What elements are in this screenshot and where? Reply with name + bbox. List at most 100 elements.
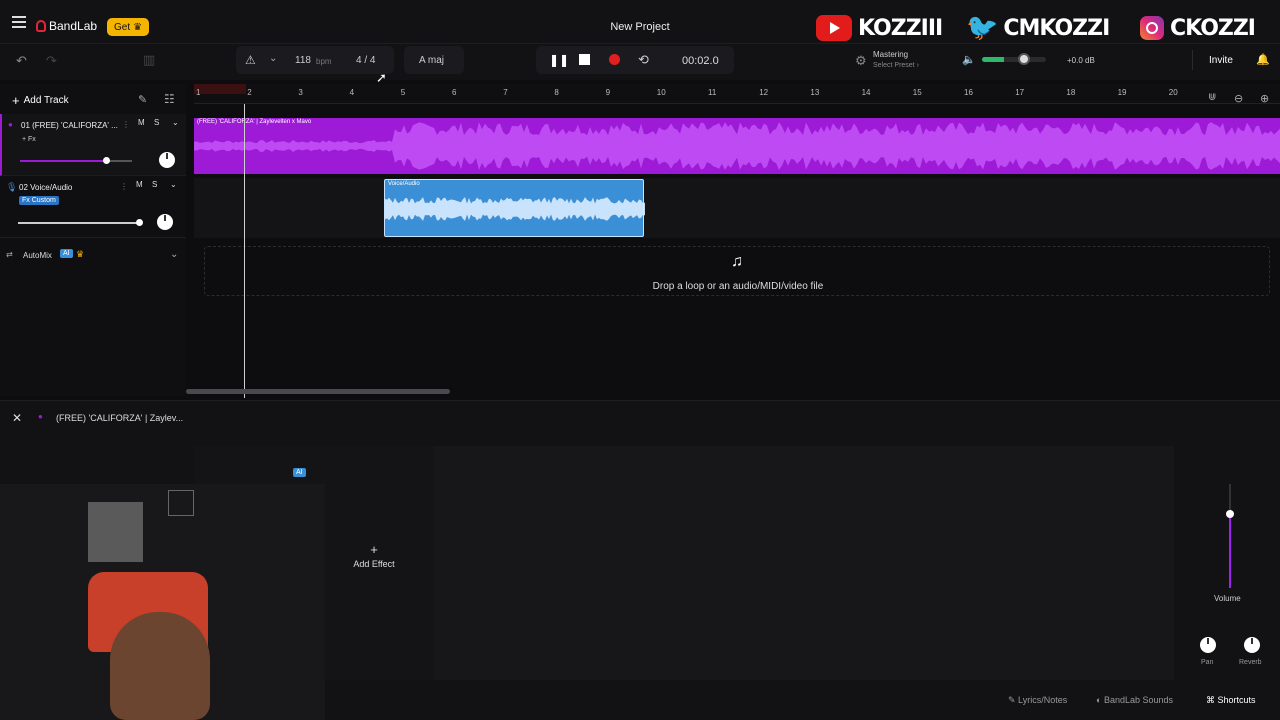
music-note-icon: ♫ [731,253,743,270]
zoom-in-icon[interactable]: ⊕ [1260,92,1269,105]
more-icon[interactable]: ⋮ [122,120,130,129]
mic-icon: 🎙 [6,182,18,192]
playhead[interactable] [244,104,245,398]
menu-icon[interactable] [12,16,26,28]
invite-button[interactable]: Invite [1209,55,1233,66]
pan-knob[interactable] [1200,637,1216,653]
close-icon[interactable]: ✕ [12,411,22,425]
drop-text: Drop a loop or an audio/MIDI/video file [652,281,824,292]
stop-icon[interactable] [579,54,590,65]
mixer-icon[interactable]: ▥ [143,52,155,68]
time-signature[interactable]: 4 / 4 [356,55,375,66]
track-panel: + Add Track ✎ ☷ ● 01 (FREE) 'CALIFORZA' … [0,84,186,396]
instagram-handle: CKOZZI [1170,15,1256,41]
track-1-volume-handle[interactable] [103,157,110,164]
panel-track-title: (FREE) 'CALIFORZA' | Zaylev... [56,413,184,423]
bpm-unit: bpm [316,57,332,66]
lyrics-notes-label: Lyrics/Notes [1018,695,1068,705]
mastering-preset-text: Select Preset [873,62,915,69]
bandlab-logo[interactable]: BandLab [36,19,97,33]
track-row-2[interactable]: 🎙 02 Voice/Audio ⋮ M S ⌄ Fx Custom [0,176,186,238]
top-bar: BandLab Get ♛ New Project KOZZIII 🐦 CMKO… [0,0,1280,44]
add-effect-label: Add Effect [353,559,395,569]
track-2-volume-handle[interactable] [136,219,143,226]
bar-number: 16 [964,88,973,97]
track-1-clip[interactable]: (FREE) 'CALIFORZA' | Zaylevelten x Mavo [194,118,1280,174]
track-2-lane[interactable] [194,178,1280,238]
bandlab-sounds-label: BandLab Sounds [1103,695,1173,705]
track-1-fx[interactable]: + Fx [22,136,36,143]
bar-number: 5 [400,88,406,97]
app-name: BandLab [49,19,98,33]
webcam-overlay [0,484,325,720]
bar-number: 13 [810,88,820,97]
shortcuts-label: Shortcuts [1217,695,1256,705]
chevron-down-icon[interactable]: ⌄ [170,249,178,260]
bandlab-sounds-button[interactable]: ◐ BandLab Sounds [1096,695,1173,705]
mic-icon: ● [8,120,13,129]
fx-custom-badge[interactable]: Fx Custom [19,196,59,205]
get-button[interactable]: Get ♛ [107,18,150,36]
chevron-down-icon[interactable]: ⌄ [172,118,179,127]
chevron-down-icon[interactable]: ⌄ [170,180,177,189]
track-1-volume-fill [20,160,106,162]
drop-zone[interactable]: ♫ Drop a loop or an audio/MIDI/video fil… [204,246,1270,296]
solo-button[interactable]: S [154,118,159,127]
pan-label: Pan [1201,659,1214,666]
ai-badge[interactable]: AI [293,468,306,477]
mute-button[interactable]: M [138,118,145,127]
zoom-out-icon[interactable]: ⊖ [1234,92,1243,105]
volume-fill [1229,514,1231,588]
mute-button[interactable]: M [136,180,143,189]
solo-button[interactable]: S [152,180,157,189]
add-track-button[interactable]: + Add Track [12,93,69,108]
shortcuts-button[interactable]: ⌘ Shortcuts [1206,695,1256,706]
mastering-preset[interactable]: Select Preset › [873,62,919,69]
speaker-icon[interactable]: 🔈 [962,53,976,66]
bandlab-logo-icon [36,20,46,32]
settings-sliders-icon[interactable]: ☷ [164,92,175,106]
track-1-name[interactable]: 01 (FREE) 'CALIFORZA' ... [21,121,118,130]
lyrics-notes-button[interactable]: ✎ Lyrics/Notes [1008,695,1067,706]
loop-icon[interactable]: ⟲ [638,52,649,68]
record-icon[interactable] [609,54,620,65]
key-value[interactable]: A maj [419,55,444,66]
bar-number: 6 [452,88,457,97]
reverb-label: Reverb [1239,659,1262,666]
project-title[interactable]: New Project [560,21,720,33]
magnet-icon[interactable]: ⋓ [1208,92,1216,103]
undo-icon[interactable]: ↶ [16,53,27,69]
bar-number: 11 [708,88,717,97]
track-2-clip[interactable]: Voice/Audio [384,179,645,237]
bell-icon[interactable]: 🔔 [1256,53,1270,66]
master-volume-knob[interactable] [1018,53,1030,65]
track-2-pan-knob[interactable] [157,214,173,230]
pencil-icon[interactable]: ✎ [138,93,147,106]
metronome-icon[interactable]: ⚠ [245,53,256,67]
add-effect-button[interactable]: + Add Effect [334,542,414,569]
track-1-pan-knob[interactable] [159,152,175,168]
instagram-overlay: CKOZZI [1140,13,1256,43]
timeline-ruler[interactable]: 1 2 3 4 5 6 7 8 9 10 11 12 13 14 15 16 17 18 19 20 [194,84,1280,104]
horizontal-scrollbar[interactable] [186,389,450,394]
status-bar: ✎ Lyrics/Notes ◐ BandLab Sounds ⌘ Shortc… [0,688,1280,720]
automix-row[interactable]: ⇄ AutoMix AI ♛ ⌄ [0,246,186,266]
redo-icon[interactable]: ↷ [46,53,57,69]
bpm-value[interactable]: 118 [295,55,311,66]
reverb-knob[interactable] [1244,637,1260,653]
bar-number: 20 [1168,88,1178,97]
pause-icon[interactable]: ❚❚ [549,53,569,67]
track-2-name[interactable]: 02 Voice/Audio [19,183,72,192]
track-row-1[interactable]: ● 01 (FREE) 'CALIFORZA' ... ⋮ M S ⌄ + Fx [0,114,186,176]
twitter-icon: 🐦 [966,13,998,43]
loop-region[interactable] [194,84,246,94]
webcam-background-frame [88,502,143,562]
bar-number: 9 [605,88,611,97]
volume-label: Volume [1214,594,1241,603]
more-icon[interactable]: ⋮ [120,182,128,191]
chevron-down-icon[interactable]: ⌄ [269,53,277,64]
automix-label: AutoMix [23,251,52,260]
crown-icon: ♛ [76,249,85,259]
volume-handle[interactable] [1226,510,1234,518]
bar-number: 14 [861,88,871,97]
